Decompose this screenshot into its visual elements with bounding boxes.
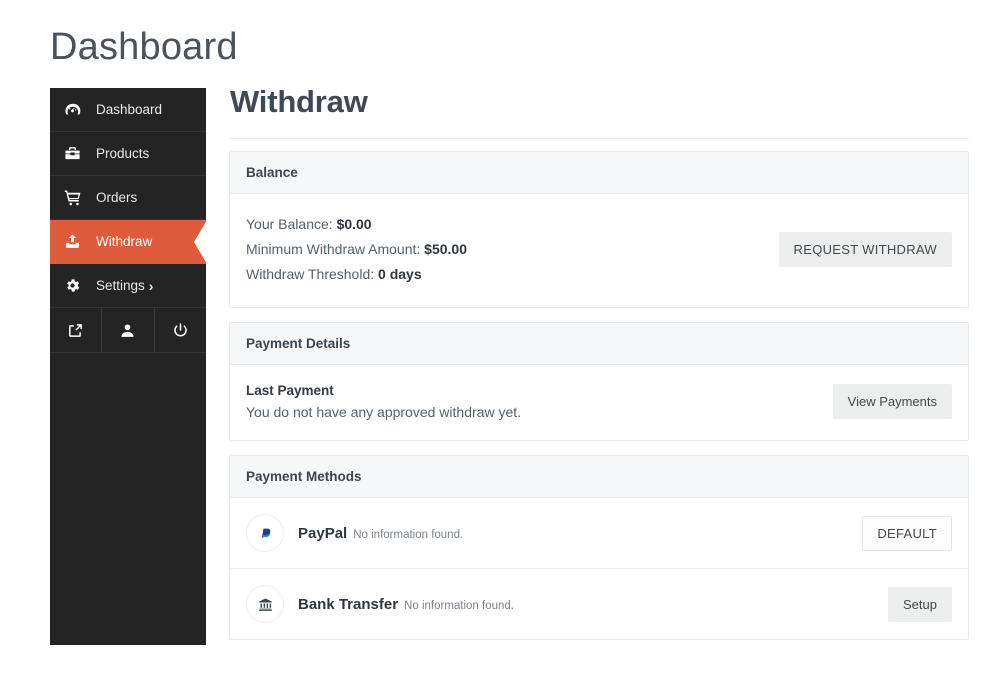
payment-details-body: Last Payment You do not have any approve… [230,365,968,440]
payment-methods-card: Payment Methods PayPal No information fo… [229,455,969,640]
payment-method-note: No information found. [353,528,464,541]
withdraw-threshold-value: 0 days [378,266,422,282]
sidebar-action-icons [50,308,206,353]
withdraw-threshold-label: Withdraw Threshold: [246,266,375,282]
chevron-right-icon: › [148,277,154,294]
view-payments-button[interactable]: View Payments [832,384,952,419]
main-content: Withdraw Balance Your Balance: $0.00 Min… [229,84,969,654]
sidebar-item-label: Dashboard [96,102,163,117]
paypal-icon [246,514,284,552]
payment-method-name: Bank Transfer [298,595,399,613]
request-withdraw-button[interactable]: REQUEST WITHDRAW [778,232,952,267]
minimum-withdraw-label: Minimum Withdraw Amount: [246,241,421,257]
payment-method-text: PayPal No information found. [298,525,862,542]
sidebar-item-settings[interactable]: Settings › [50,264,206,308]
your-balance-row: Your Balance: $0.00 [246,212,467,237]
balance-card: Balance Your Balance: $0.00 Minimum With… [229,151,969,308]
shopping-cart-icon [64,189,90,207]
upload-icon [64,233,90,250]
page-title: Dashboard [50,26,238,68]
sidebar-item-label: Withdraw [96,234,153,249]
last-payment-block: Last Payment You do not have any approve… [246,383,521,420]
sidebar-item-withdraw[interactable]: Withdraw [50,220,207,264]
bank-icon [246,585,284,623]
toolbox-icon [64,145,90,162]
payment-methods-heading: Payment Methods [230,456,968,498]
sidebar-item-orders[interactable]: Orders [50,176,206,220]
paypal-default-button[interactable]: DEFAULT [862,515,952,551]
balance-info: Your Balance: $0.00 Minimum Withdraw Amo… [246,212,467,287]
your-balance-value: $0.00 [336,216,372,232]
balance-card-body: Your Balance: $0.00 Minimum Withdraw Amo… [230,194,968,307]
withdraw-threshold-row: Withdraw Threshold: 0 days [246,262,467,287]
sidebar-item-dashboard[interactable]: Dashboard [50,88,206,132]
sidebar-item-label: Orders [96,190,138,205]
sidebar-item-label: Settings [96,278,145,293]
sidebar: Dashboard Products Orders Withdraw Setti… [50,88,207,645]
payment-method-name: PayPal [298,524,348,542]
gear-icon [64,277,90,294]
payment-method-row: Bank Transfer No information found. Setu… [230,569,968,639]
title-divider [229,138,969,139]
user-icon[interactable] [102,308,155,352]
sidebar-item-label: Products [96,146,150,161]
last-payment-title: Last Payment [246,383,334,398]
power-icon[interactable] [155,308,206,352]
minimum-withdraw-value: $50.00 [424,241,467,257]
payment-method-text: Bank Transfer No information found. [298,596,888,613]
last-payment-text: You do not have any approved withdraw ye… [246,404,522,420]
payment-method-row: PayPal No information found. DEFAULT [230,498,968,569]
bank-transfer-setup-button[interactable]: Setup [888,586,952,622]
withdraw-page: Dashboard Dashboard Products Orders With… [0,0,1000,689]
external-link-icon[interactable] [50,308,103,352]
your-balance-label: Your Balance: [246,216,333,232]
minimum-withdraw-row: Minimum Withdraw Amount: $50.00 [246,237,467,262]
payment-method-note: No information found. [404,599,514,612]
balance-card-heading: Balance [230,152,968,194]
sidebar-item-products[interactable]: Products [50,132,206,176]
content-title: Withdraw [230,84,368,119]
speedometer-icon [64,101,90,118]
payment-details-heading: Payment Details [230,323,968,365]
payment-details-card: Payment Details Last Payment You do not … [229,322,969,441]
